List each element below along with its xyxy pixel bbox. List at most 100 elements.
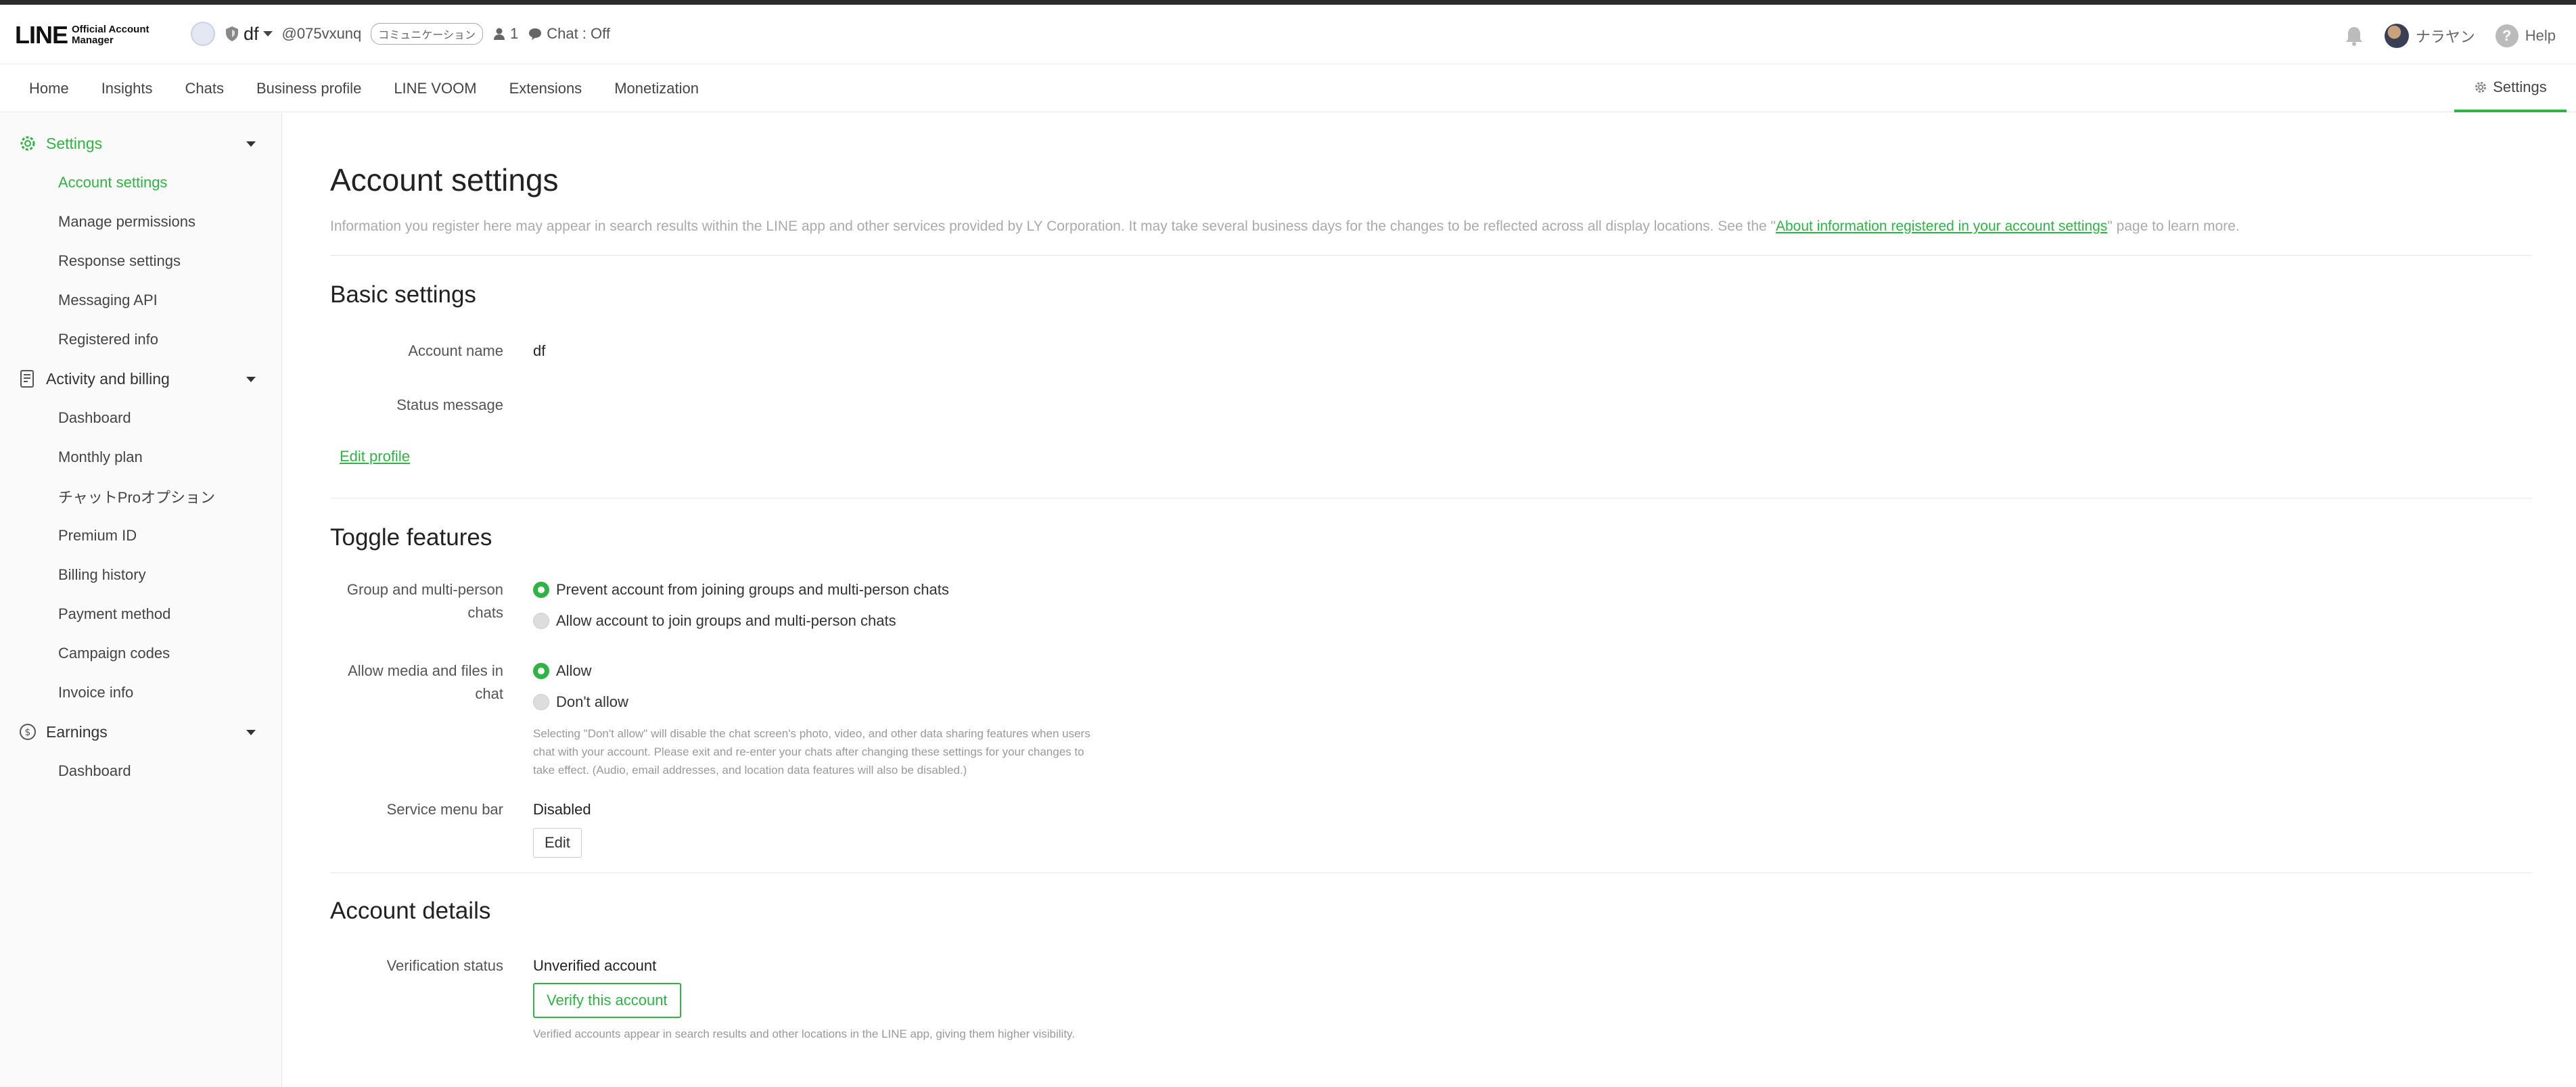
top-dark-strip bbox=[0, 0, 2576, 5]
logo-sub-text: Official Account Manager bbox=[72, 24, 149, 46]
radio-selected-icon bbox=[533, 663, 549, 679]
sidebar-section-activity-billing[interactable]: Activity and billing bbox=[0, 359, 281, 398]
account-name-row: Account name df bbox=[330, 340, 2535, 363]
sidebar-item-campaign-codes[interactable]: Campaign codes bbox=[0, 634, 281, 673]
radio-allow-media[interactable]: Allow bbox=[533, 655, 1095, 687]
tab-chats[interactable]: Chats bbox=[185, 80, 224, 97]
account-name-value: df bbox=[533, 342, 546, 359]
account-name: df bbox=[244, 23, 259, 44]
sidebar-section-settings[interactable]: Settings bbox=[0, 124, 281, 163]
user-avatar bbox=[2384, 24, 2409, 48]
sidebar-item-invoice-info[interactable]: Invoice info bbox=[0, 673, 281, 712]
nav-tabs: Home Insights Chats Business profile LIN… bbox=[29, 65, 699, 112]
gear-icon bbox=[2475, 82, 2487, 93]
group-chats-label-line-1: Group and multi-person bbox=[346, 581, 503, 598]
status-message-label: Status message bbox=[396, 396, 503, 413]
status-message-row: Status message bbox=[330, 394, 2535, 417]
line-oam-logo[interactable]: LINE Official Account Manager bbox=[15, 21, 149, 49]
header-right: ナラヤン ? Help bbox=[2344, 24, 2556, 48]
tab-line-voom[interactable]: LINE VOOM bbox=[394, 80, 476, 97]
sidebar-item-registered-info[interactable]: Registered info bbox=[0, 320, 281, 359]
chevron-down-icon[interactable] bbox=[246, 730, 256, 735]
chat-status-text: Chat : Off bbox=[547, 25, 610, 42]
sidebar-item-chat-pro-option[interactable]: チャットProオプション bbox=[0, 477, 281, 516]
about-info-link[interactable]: About information registered in your acc… bbox=[1776, 218, 2107, 234]
service-menu-value-wrap: Disabled Edit bbox=[533, 798, 591, 858]
user-menu[interactable]: ナラヤン bbox=[2384, 24, 2475, 48]
edit-profile-link[interactable]: Edit profile bbox=[340, 448, 410, 465]
media-files-row: Allow media and files in chat Allow Don't… bbox=[330, 660, 2535, 779]
gear-icon bbox=[18, 133, 38, 154]
basic-settings-title: Basic settings bbox=[330, 281, 476, 308]
radio-allow-groups-label: Allow account to join groups and multi-p… bbox=[556, 612, 896, 629]
followers-value: 1 bbox=[509, 25, 519, 42]
sidebar-item-messaging-api[interactable]: Messaging API bbox=[0, 281, 281, 320]
logo-sub-line-2: Manager bbox=[72, 34, 114, 46]
group-chats-options: Prevent account from joining groups and … bbox=[533, 574, 949, 637]
tab-business-profile[interactable]: Business profile bbox=[256, 80, 361, 97]
tab-monetization[interactable]: Monetization bbox=[614, 80, 699, 97]
radio-allow-groups[interactable]: Allow account to join groups and multi-p… bbox=[533, 605, 949, 637]
help-label: Help bbox=[2525, 27, 2556, 44]
help-link[interactable]: ? Help bbox=[2495, 24, 2556, 47]
media-files-label: Allow media and files in chat bbox=[330, 660, 503, 779]
sidebar-item-payment-method[interactable]: Payment method bbox=[0, 595, 281, 634]
chat-status[interactable]: Chat : Off bbox=[528, 25, 610, 43]
group-chats-label-line-2: chats bbox=[467, 604, 503, 621]
sidebar-item-account-settings[interactable]: Account settings bbox=[0, 163, 281, 202]
dollar-coin-icon: $ bbox=[18, 722, 38, 742]
sidebar-item-earnings-dashboard[interactable]: Dashboard bbox=[0, 751, 281, 791]
help-icon: ? bbox=[2495, 24, 2518, 47]
tab-settings[interactable]: Settings bbox=[2454, 65, 2567, 112]
sidebar-item-billing-history[interactable]: Billing history bbox=[0, 555, 281, 595]
divider bbox=[330, 255, 2532, 256]
bell-icon[interactable] bbox=[2344, 25, 2364, 47]
radio-prevent-groups[interactable]: Prevent account from joining groups and … bbox=[533, 574, 949, 605]
sidebar: Settings Account settings Manage permiss… bbox=[0, 113, 282, 1087]
media-files-label-line-1: Allow media and files in bbox=[348, 662, 503, 679]
account-id: @075vxunq bbox=[281, 25, 362, 42]
sidebar-item-dashboard[interactable]: Dashboard bbox=[0, 398, 281, 438]
toggle-features-title: Toggle features bbox=[330, 524, 492, 551]
service-menu-edit-button[interactable]: Edit bbox=[533, 828, 582, 858]
media-files-options: Allow Don't allow Selecting "Don't allow… bbox=[533, 655, 1095, 779]
logo-main-text: LINE bbox=[15, 21, 68, 49]
sidebar-section-earnings[interactable]: $ Earnings bbox=[0, 712, 281, 751]
shield-icon bbox=[226, 26, 238, 41]
sidebar-section-activity-label: Activity and billing bbox=[46, 369, 170, 388]
sidebar-item-response-settings[interactable]: Response settings bbox=[0, 241, 281, 281]
tab-settings-label: Settings bbox=[2493, 78, 2547, 95]
chevron-down-icon bbox=[262, 31, 273, 37]
verify-account-button[interactable]: Verify this account bbox=[533, 983, 681, 1018]
verify-note: Verified accounts appear in search resul… bbox=[533, 1027, 1076, 1040]
radio-unselected-icon bbox=[533, 694, 549, 710]
radio-dont-allow-media[interactable]: Don't allow bbox=[533, 687, 1095, 718]
sidebar-item-manage-permissions[interactable]: Manage permissions bbox=[0, 202, 281, 241]
radio-unselected-icon bbox=[533, 613, 549, 629]
service-menu-row: Service menu bar Disabled Edit bbox=[330, 798, 2535, 858]
chevron-down-icon[interactable] bbox=[246, 377, 256, 382]
sidebar-item-premium-id[interactable]: Premium ID bbox=[0, 516, 281, 555]
service-menu-value: Disabled bbox=[533, 801, 591, 818]
media-files-note: Selecting "Don't allow" will disable the… bbox=[533, 727, 1090, 777]
tab-home[interactable]: Home bbox=[29, 80, 69, 97]
followers-count[interactable]: 1 bbox=[492, 25, 518, 43]
sidebar-item-monthly-plan[interactable]: Monthly plan bbox=[0, 438, 281, 477]
logo-sub-line-1: Official Account bbox=[72, 24, 150, 35]
account-avatar[interactable] bbox=[191, 22, 215, 46]
radio-dont-allow-media-label: Don't allow bbox=[556, 693, 628, 710]
chevron-down-icon[interactable] bbox=[246, 141, 256, 147]
radio-allow-media-label: Allow bbox=[556, 662, 592, 679]
edit-profile-wrap: Edit profile bbox=[330, 448, 2535, 465]
account-name-dropdown[interactable]: df bbox=[225, 24, 273, 45]
verification-value-wrap: Unverified account Verify this account V… bbox=[533, 954, 1210, 1043]
main-nav: Home Insights Chats Business profile LIN… bbox=[0, 65, 2576, 112]
page-description-suffix: " page to learn more. bbox=[2107, 218, 2240, 234]
tab-extensions[interactable]: Extensions bbox=[509, 80, 582, 97]
sidebar-section-earnings-label: Earnings bbox=[46, 722, 108, 741]
account-type-badge: コミュニケーション bbox=[371, 23, 483, 45]
user-name: ナラヤン bbox=[2415, 28, 2475, 45]
verification-value: Unverified account bbox=[533, 957, 657, 974]
verification-row: Verification status Unverified account V… bbox=[330, 954, 2535, 1043]
tab-insights[interactable]: Insights bbox=[101, 80, 153, 97]
